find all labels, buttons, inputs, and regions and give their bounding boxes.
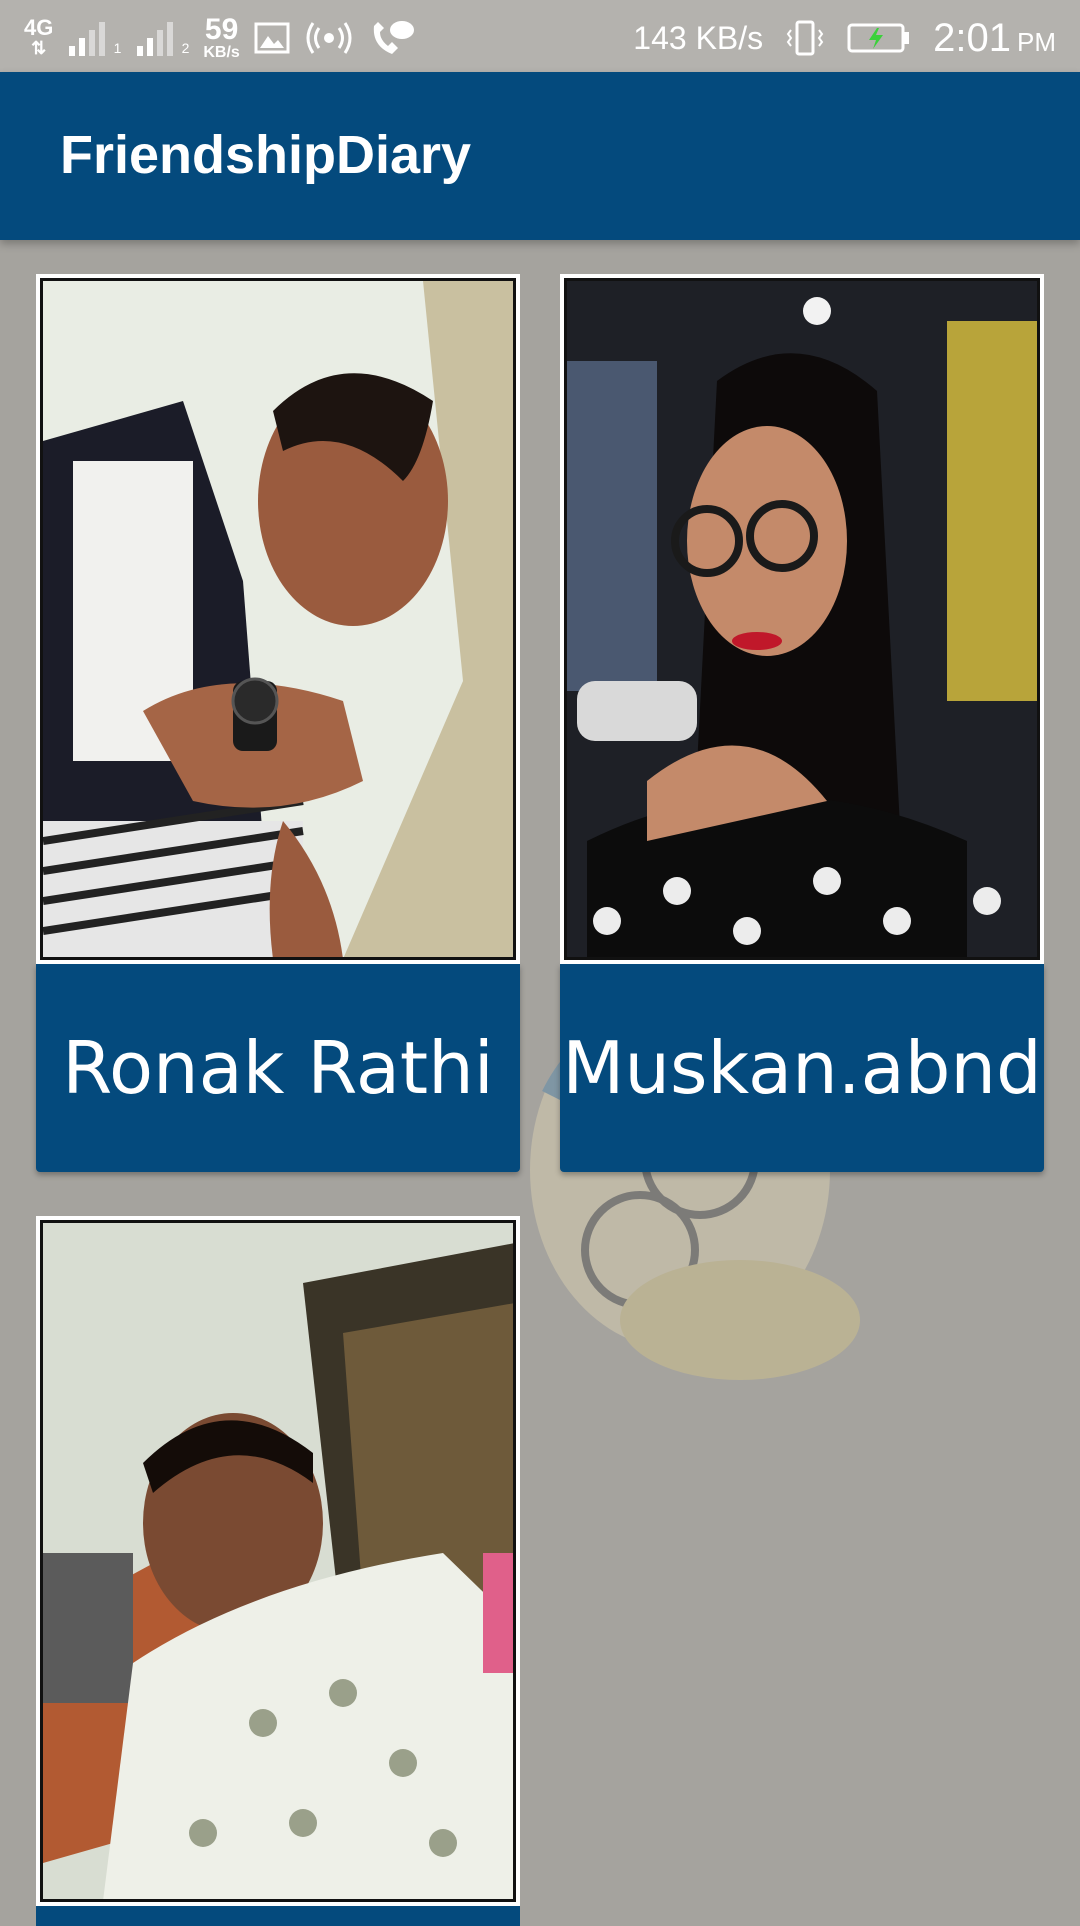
friend-name: Muskan.abnd (562, 1026, 1042, 1110)
friend-photo (40, 1220, 516, 1902)
signal-sim2-icon: 2 (135, 20, 189, 56)
friend-name-plate[interactable]: Ronak Rathi (36, 964, 520, 1172)
network-type-label: 4G (24, 15, 54, 40)
friend-photo-frame (36, 1216, 520, 1906)
app-bar: FriendshipDiary (0, 72, 1080, 240)
speed-small-value: 59 (204, 13, 239, 46)
status-right: 143 KB/s 2:01 PM (633, 8, 1056, 68)
friend-name-plate[interactable]: Muskan.abnd (560, 964, 1044, 1172)
status-left: 4G ⇅ 1 2 59 KB/s (24, 8, 416, 68)
friend-photo (40, 278, 516, 960)
call-message-icon (368, 18, 416, 58)
friend-photo (564, 278, 1040, 960)
data-arrows-icon: ⇅ (31, 38, 47, 58)
sim2-label: 2 (181, 40, 190, 56)
gallery-notification-icon (254, 22, 290, 54)
friend-photo-frame (560, 274, 1044, 964)
clock-time: 2:01 (933, 15, 1011, 60)
friend-photo-frame (36, 274, 520, 964)
signal-sim1-icon: 1 (67, 20, 121, 56)
status-bar: 4G ⇅ 1 2 59 KB/s 143 KB/s 2:01 PM (0, 0, 1080, 72)
friend-card[interactable] (36, 1216, 520, 1926)
friend-name-plate[interactable] (36, 1906, 520, 1926)
network-speed-text: 143 KB/s (633, 19, 764, 56)
speed-small-unit: KB/s (203, 44, 240, 61)
friend-name: Ronak Rathi (62, 1026, 494, 1110)
network-type-indicator: 4G ⇅ (24, 15, 54, 59)
battery-charging-icon (847, 22, 911, 54)
network-speed-small: 59 KB/s (203, 15, 239, 61)
clock: 2:01 PM (933, 16, 1056, 61)
hotspot-icon (304, 20, 354, 56)
friend-card[interactable]: Muskan.abnd (560, 274, 1044, 1172)
friend-card[interactable]: Ronak Rathi (36, 274, 520, 1172)
sim1-label: 1 (113, 40, 122, 56)
clock-ampm: PM (1017, 26, 1056, 57)
app-title: FriendshipDiary (60, 125, 472, 185)
vibrate-icon (785, 18, 825, 58)
